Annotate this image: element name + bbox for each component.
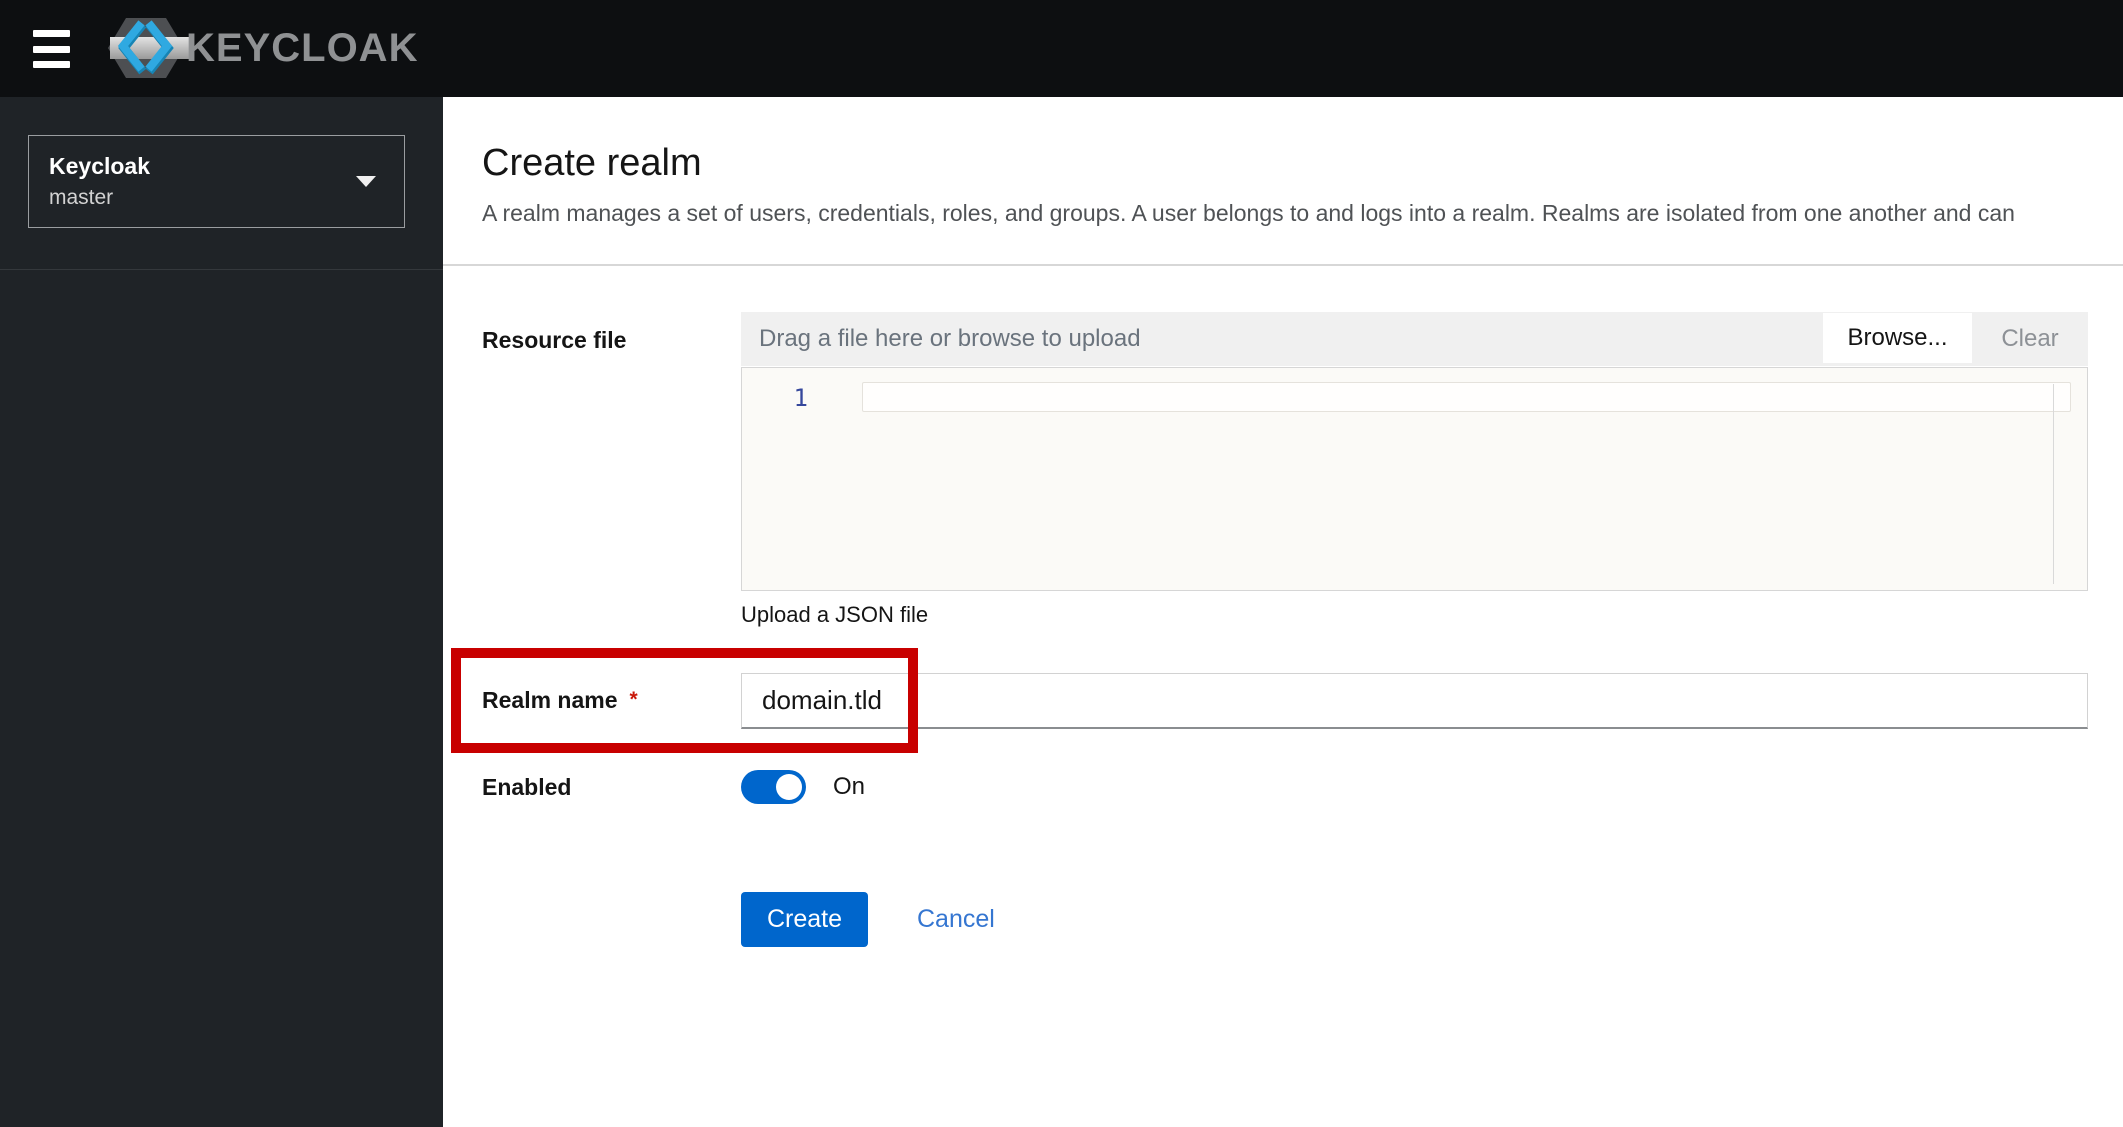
browse-button[interactable]: Browse... [1823,313,1972,363]
create-button[interactable]: Create [741,892,868,947]
keycloak-hexagon-icon [108,18,192,78]
keycloak-admin-console: KEYCLOAK Keycloak master Create realm A … [0,0,2123,1127]
editor-current-line [862,382,2071,412]
required-asterisk: * [629,688,638,711]
chevron-down-icon [356,176,376,187]
hamburger-icon [33,45,70,53]
editor-scrollbar[interactable] [2053,384,2054,584]
keycloak-logo[interactable]: KEYCLOAK [106,16,418,80]
realm-switcher-dropdown[interactable]: Keycloak master [28,135,405,228]
realm-name-input[interactable] [741,673,2088,729]
realm-switcher-title: Keycloak [49,153,151,179]
masthead: KEYCLOAK [0,0,2123,97]
cancel-link[interactable]: Cancel [917,892,995,947]
hamburger-icon [33,61,70,68]
file-upload-field: Browse... Clear [741,312,2088,366]
realm-name-label: Realm name * [482,685,638,715]
toggle-knob-icon [776,774,802,800]
hamburger-icon [33,30,70,37]
brand-text: KEYCLOAK [186,25,419,70]
clear-button[interactable]: Clear [1972,312,2088,366]
json-code-editor[interactable]: 1 [741,367,2088,591]
create-realm-page: Create realm A realm manages a set of us… [443,97,2123,1127]
editor-line-number: 1 [793,384,808,412]
page-description: A realm manages a set of users, credenti… [482,200,2015,226]
toggle-state-label: On [833,773,866,800]
realm-name-label-text: Realm name [482,687,618,713]
resource-file-label: Resource file [482,327,627,353]
current-realm-name: master [49,186,114,209]
content-divider [443,264,2123,266]
file-upload-filename-input[interactable] [741,312,1823,366]
enabled-toggle[interactable] [741,770,806,804]
hamburger-menu-button[interactable] [28,26,76,72]
enabled-label: Enabled [482,774,572,800]
page-title: Create realm [482,142,702,184]
upload-helper-text: Upload a JSON file [741,602,929,627]
sidebar-divider [0,269,443,270]
sidebar: Keycloak master [0,97,443,1127]
